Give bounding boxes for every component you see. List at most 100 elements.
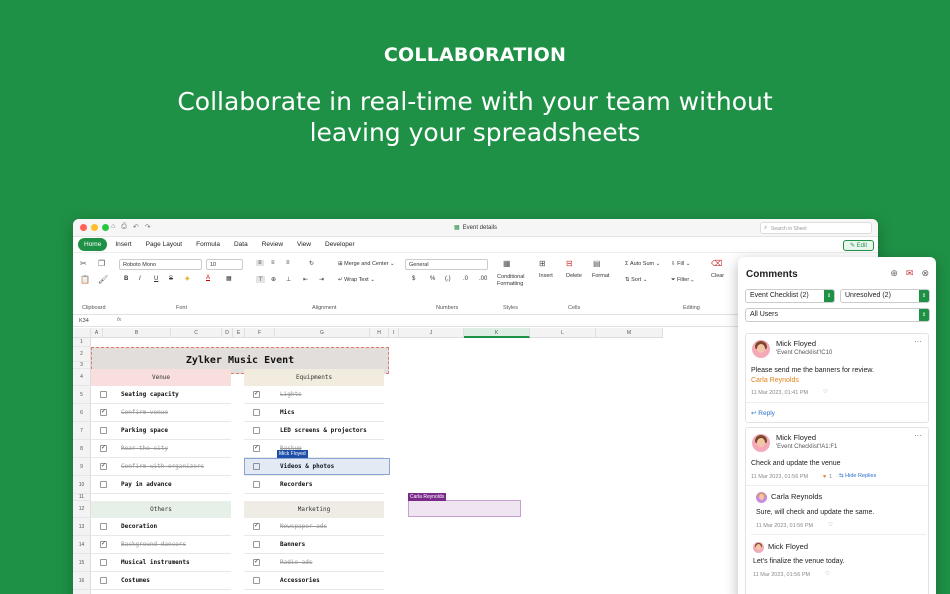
marketing-item[interactable]: Newspaper ads bbox=[280, 523, 327, 530]
insert-cells-icon[interactable]: ⊞ bbox=[539, 259, 546, 268]
eraser-icon[interactable]: ⌫ bbox=[711, 259, 722, 268]
column-header-b[interactable]: B bbox=[103, 328, 171, 338]
decimal-increase-icon[interactable]: .0 bbox=[463, 276, 468, 282]
indent-increase-icon[interactable]: ⇥ bbox=[319, 276, 324, 283]
marketing-checkbox[interactable] bbox=[253, 577, 260, 584]
comment-cell-ref[interactable]: 'Event Checklist'!C10 bbox=[776, 350, 832, 356]
equipments-checkbox[interactable] bbox=[253, 481, 260, 488]
heart-icon[interactable]: ♡ bbox=[825, 571, 830, 577]
others-checkbox[interactable] bbox=[100, 559, 107, 566]
notification-icon[interactable]: ✉ bbox=[906, 268, 914, 279]
column-header-h[interactable]: H bbox=[370, 328, 389, 338]
row-header-13[interactable]: 13 bbox=[73, 518, 91, 536]
align-bottom-icon[interactable]: ⊥ bbox=[286, 276, 291, 283]
others-item[interactable]: Musical instruments bbox=[121, 559, 190, 566]
align-center-icon[interactable]: ≡ bbox=[271, 260, 275, 266]
insert-cells-button[interactable]: Insert bbox=[539, 273, 553, 279]
comment-thread[interactable]: Mick Floyed 'Event Checklist'!A1:F1 ··· … bbox=[745, 427, 929, 594]
column-header-e[interactable]: E bbox=[233, 328, 245, 338]
venue-header[interactable]: Venue bbox=[91, 369, 231, 386]
comment-cell-ref[interactable]: 'Event Checklist'!A1:F1 bbox=[776, 444, 837, 450]
others-item[interactable]: Costumes bbox=[121, 577, 150, 584]
name-box[interactable]: K34 bbox=[79, 318, 89, 324]
column-header-m[interactable]: M bbox=[596, 328, 663, 338]
column-header-c[interactable]: C bbox=[171, 328, 222, 338]
column-header-a[interactable]: A bbox=[91, 328, 103, 338]
reply-button[interactable]: ↩ Reply bbox=[751, 409, 775, 417]
venue-item[interactable]: Seating capacity bbox=[121, 391, 179, 398]
others-item[interactable]: Background dancers bbox=[121, 541, 186, 548]
number-format-select[interactable]: General bbox=[405, 259, 488, 270]
row-header-4[interactable]: 4 bbox=[73, 369, 91, 386]
strikethrough-icon[interactable]: S bbox=[169, 276, 173, 282]
comment-thread[interactable]: Mick Floyed 'Event Checklist'!C10 ··· Pl… bbox=[745, 333, 929, 423]
others-checkbox[interactable] bbox=[100, 523, 107, 530]
heart-icon[interactable]: ♡ bbox=[823, 389, 828, 395]
align-right-icon[interactable]: ≡ bbox=[286, 260, 290, 266]
row-header-1[interactable]: 1 bbox=[73, 338, 91, 347]
venue-checkbox[interactable]: ✓ bbox=[100, 445, 107, 452]
equipments-header[interactable]: Equipments bbox=[244, 369, 384, 386]
others-checkbox[interactable] bbox=[100, 577, 107, 584]
italic-icon[interactable]: I bbox=[139, 276, 141, 282]
marketing-item[interactable]: Accessories bbox=[280, 577, 320, 584]
more-icon[interactable]: ··· bbox=[914, 337, 922, 346]
tab-review[interactable]: Review bbox=[256, 238, 289, 251]
column-header-l[interactable]: L bbox=[530, 328, 596, 338]
percent-icon[interactable]: % bbox=[430, 276, 435, 282]
others-header[interactable]: Others bbox=[91, 501, 231, 518]
row-header-11[interactable]: 11 bbox=[73, 494, 91, 501]
marketing-checkbox[interactable]: ✓ bbox=[253, 559, 260, 566]
underline-icon[interactable]: U bbox=[154, 276, 158, 282]
filter-button[interactable]: ⏷ Filter ⌄ bbox=[671, 277, 694, 284]
venue-checkbox[interactable]: ✓ bbox=[100, 463, 107, 470]
fill-button[interactable]: ⇩ Fill ⌄ bbox=[671, 261, 690, 267]
align-left-icon[interactable]: ≡ bbox=[256, 260, 264, 266]
equipments-item[interactable]: Mics bbox=[280, 409, 294, 416]
equipments-checkbox[interactable] bbox=[253, 409, 260, 416]
sort-button[interactable]: ⇅ Sort ⌄ bbox=[625, 277, 647, 283]
status-filter-select[interactable]: Unresolved (2) ⇕ bbox=[840, 289, 930, 303]
equipments-item[interactable]: Lights bbox=[280, 391, 302, 398]
venue-checkbox[interactable]: ✓ bbox=[100, 409, 107, 416]
comment-mention[interactable]: Carla Reynolds bbox=[751, 377, 799, 384]
autosum-button[interactable]: Σ Auto Sum ⌄ bbox=[625, 261, 660, 267]
format-cells-icon[interactable]: ▤ bbox=[593, 259, 601, 268]
text-rotate-icon[interactable]: ↻ bbox=[309, 260, 314, 267]
row-header-14[interactable]: 14 bbox=[73, 536, 91, 554]
marketing-checkbox[interactable]: ✓ bbox=[253, 523, 260, 530]
select-all-corner[interactable] bbox=[73, 328, 91, 338]
border-icon[interactable]: ▦ bbox=[226, 275, 232, 282]
merge-center-button[interactable]: ⊞ Merge and Center ⌄ bbox=[338, 261, 395, 267]
column-header-f[interactable]: F bbox=[245, 328, 275, 338]
venue-item[interactable]: Rear the city bbox=[121, 445, 168, 452]
delete-cells-button[interactable]: Delete bbox=[566, 273, 582, 279]
format-cells-button[interactable]: Format bbox=[592, 273, 609, 279]
conditional-formatting-icon[interactable]: ▦ bbox=[503, 259, 511, 268]
column-header-i[interactable]: I bbox=[389, 328, 399, 338]
column-header-g[interactable]: G bbox=[275, 328, 370, 338]
column-header-d[interactable]: D bbox=[222, 328, 233, 338]
add-comment-icon[interactable]: ⊕ bbox=[890, 268, 898, 279]
venue-item[interactable]: Confirm venue bbox=[121, 409, 168, 416]
edit-button[interactable]: ✎ Edit bbox=[842, 240, 874, 251]
format-painter-icon[interactable]: 🖌 bbox=[98, 275, 108, 284]
equipments-item[interactable]: Recorders bbox=[280, 481, 313, 488]
tab-formula[interactable]: Formula bbox=[190, 238, 226, 251]
sheet-search-input[interactable]: ⌕ Search in Sheet bbox=[760, 222, 872, 234]
row-header-16[interactable]: 16 bbox=[73, 572, 91, 590]
row-header-9[interactable]: 9 bbox=[73, 458, 91, 476]
comma-icon[interactable]: (,) bbox=[445, 276, 451, 282]
marketing-item[interactable]: Banners bbox=[280, 541, 305, 548]
venue-item[interactable]: Pay in advance bbox=[121, 481, 172, 488]
cut-icon[interactable]: ✂ bbox=[80, 259, 87, 268]
venue-item[interactable]: Parking space bbox=[121, 427, 168, 434]
font-size-select[interactable]: 10 bbox=[206, 259, 243, 270]
fill-color-icon[interactable]: ◈ bbox=[185, 275, 190, 282]
tab-insert[interactable]: Insert bbox=[109, 238, 137, 251]
decimal-decrease-icon[interactable]: .00 bbox=[479, 276, 487, 282]
close-icon[interactable]: ⊗ bbox=[921, 268, 929, 279]
equipments-checkbox[interactable]: ✓ bbox=[253, 391, 260, 398]
venue-item[interactable]: Confirm with organizers bbox=[121, 463, 204, 470]
others-checkbox[interactable]: ✓ bbox=[100, 541, 107, 548]
